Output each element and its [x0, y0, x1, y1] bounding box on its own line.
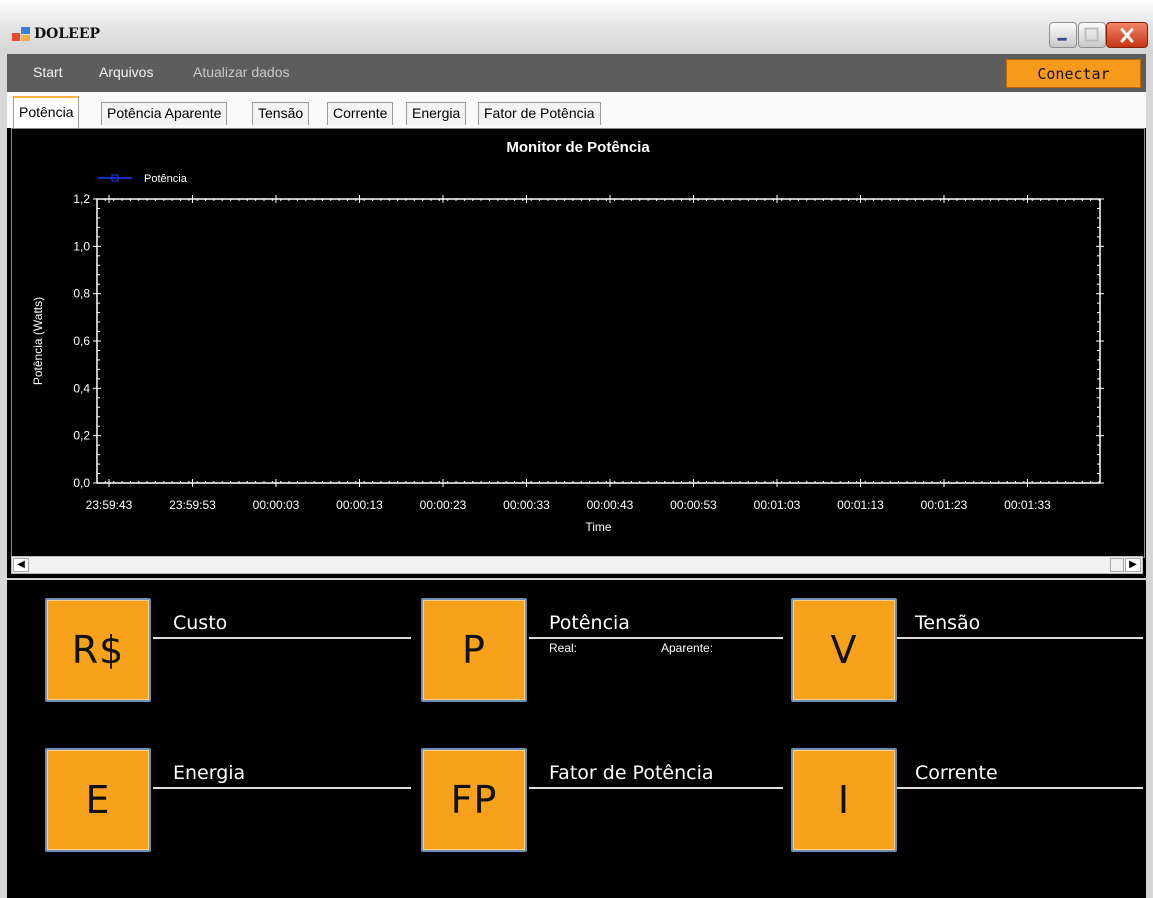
- connect-button[interactable]: Conectar: [1006, 59, 1141, 88]
- potencia-real-label: Real:: [549, 641, 578, 655]
- x-tick-label: 00:01:33: [1004, 498, 1051, 512]
- close-button[interactable]: [1106, 22, 1148, 48]
- x-tick-label: 00:00:13: [336, 498, 383, 512]
- x-tick-label: 00:01:03: [754, 498, 801, 512]
- energia-underline: [153, 787, 411, 789]
- plot-frame: [96, 198, 1101, 484]
- y-tick-label: 0,0: [73, 476, 90, 490]
- fator-label: Fator de Potência: [549, 762, 714, 784]
- y-tick-label: 0,8: [73, 287, 90, 301]
- y-tick-label: 1,2: [73, 192, 90, 206]
- custo-tile-icon: R$: [45, 598, 151, 702]
- window-left-border: [0, 54, 7, 898]
- tab-energia[interactable]: Energia: [406, 102, 467, 125]
- fator-underline: [529, 787, 783, 789]
- x-tick-label: 00:01:13: [837, 498, 884, 512]
- tensao-label: Tensão: [915, 612, 981, 634]
- x-tick-label: 23:59:43: [86, 498, 133, 512]
- tab-corrente[interactable]: Corrente: [327, 102, 394, 125]
- chart-panel: Monitor de Potência Potência 0,0 0,2 0,4 0,6 0…: [11, 128, 1145, 558]
- tab-potencia[interactable]: Potência: [13, 96, 80, 128]
- legend-label: Potência: [144, 173, 188, 185]
- scroll-thumb[interactable]: [1110, 558, 1124, 572]
- potencia-tile-icon: P: [421, 598, 527, 702]
- title-bar: DOLEEP: [0, 0, 1153, 55]
- x-tick-label: 00:00:53: [670, 498, 717, 512]
- corrente-label: Corrente: [915, 762, 998, 784]
- scroll-left-icon[interactable]: ◀: [13, 558, 29, 572]
- x-tick-label: 00:00:03: [253, 498, 300, 512]
- window-right-border: [1146, 54, 1153, 898]
- tab-fator-de-potencia[interactable]: Fator de Potência: [478, 102, 601, 125]
- minimize-icon: [1057, 37, 1067, 41]
- x-tick-label: 23:59:53: [169, 498, 216, 512]
- y-tick-label: 0,6: [73, 334, 90, 348]
- tensao-tile-icon: V: [791, 598, 897, 702]
- y-tick-label: 0,4: [73, 381, 90, 395]
- potencia-aparente-label: Aparente:: [661, 641, 714, 655]
- y-tick-label: 1,0: [73, 239, 90, 253]
- maximize-icon: [1084, 27, 1099, 42]
- potencia-label: Potência: [549, 612, 630, 634]
- tensao-underline: [897, 637, 1143, 639]
- x-axis-label: Time: [585, 520, 612, 534]
- potencia-underline: [529, 637, 783, 639]
- window-title: DOLEEP: [34, 26, 101, 42]
- menu-start[interactable]: Start: [33, 64, 63, 80]
- energia-tile-icon: E: [45, 748, 151, 852]
- chart-title: Monitor de Potência: [506, 139, 650, 156]
- power-chart: Monitor de Potência Potência 0,0 0,2 0,4 0,6 0…: [31, 139, 1104, 534]
- maximize-button[interactable]: [1078, 22, 1106, 48]
- scroll-right-icon[interactable]: ▶: [1125, 558, 1141, 572]
- corrente-tile-icon: I: [791, 748, 897, 852]
- tab-potencia-aparente[interactable]: Potência Aparente: [101, 102, 228, 125]
- fator-tile-icon: FP: [421, 748, 527, 852]
- app-icon: [12, 27, 30, 41]
- tab-tensao[interactable]: Tensão: [252, 102, 310, 125]
- x-tick-label: 00:00:23: [420, 498, 467, 512]
- x-tick-label: 00:01:23: [921, 498, 968, 512]
- menu-atualizar-dados[interactable]: Atualizar dados: [193, 64, 290, 80]
- y-axis-label: Potência (Watts): [31, 297, 45, 385]
- x-tick-label: 00:00:33: [503, 498, 550, 512]
- energia-label: Energia: [173, 762, 246, 784]
- y-tick-label: 0,2: [73, 429, 90, 443]
- minimize-button[interactable]: [1049, 22, 1077, 48]
- custo-underline: [153, 637, 411, 639]
- menu-arquivos[interactable]: Arquivos: [99, 64, 153, 80]
- corrente-underline: [897, 787, 1143, 789]
- panel-divider: [7, 578, 1146, 580]
- close-icon: [1120, 27, 1134, 43]
- custo-label: Custo: [173, 612, 228, 634]
- chart-horizontal-scrollbar[interactable]: ◀ ▶: [11, 556, 1143, 574]
- x-tick-label: 00:00:43: [587, 498, 634, 512]
- menu-bar: [7, 54, 1146, 92]
